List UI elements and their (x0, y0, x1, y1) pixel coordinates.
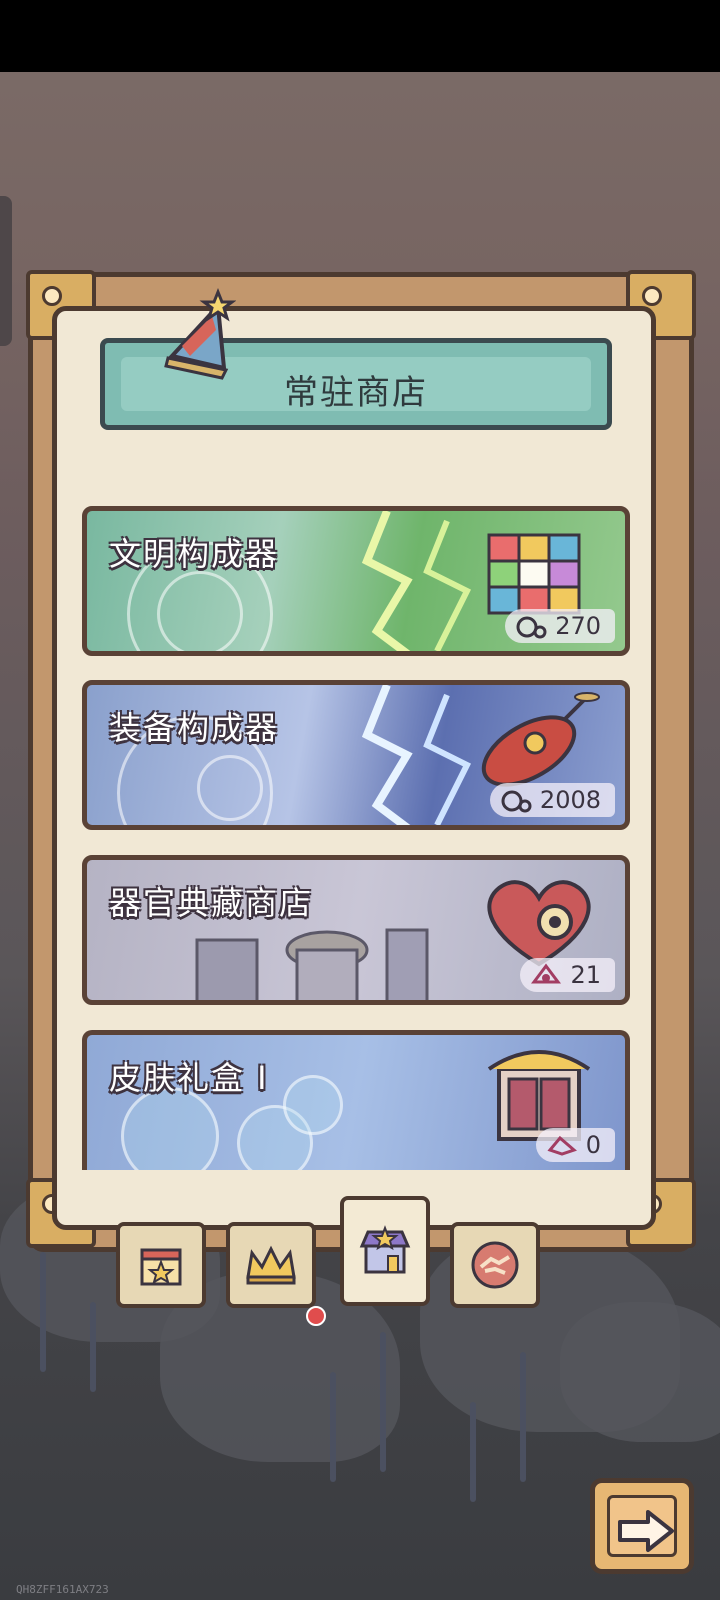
shop-item-organ-collection[interactable]: 器官典藏商店 21 (82, 855, 630, 1005)
gear-coin-icon (516, 616, 547, 639)
calendar-star-icon (140, 1248, 182, 1286)
handshake-icon (471, 1241, 519, 1289)
tab-calendar[interactable] (116, 1222, 206, 1308)
tab-shop[interactable] (340, 1196, 430, 1306)
next-button[interactable] (590, 1478, 694, 1574)
shop-item-skin-box[interactable]: 皮肤礼盒 I 0 (82, 1030, 630, 1170)
party-hat-icon (164, 287, 236, 380)
arrow-right-icon (618, 1510, 674, 1552)
price-tag: 270 (505, 609, 615, 643)
price-value: 0 (585, 1131, 601, 1159)
bottom-tab-bar (116, 1196, 554, 1314)
shop-item-equipment-builder[interactable]: 装备构成器 2008 (82, 680, 630, 830)
tab-crown[interactable] (226, 1222, 316, 1308)
skin-token-icon (547, 1135, 577, 1156)
watermark: QH8ZFF161AX723 (16, 1583, 109, 1596)
gear-coin-icon (501, 790, 532, 813)
shop-item-title: 器官典藏商店 (109, 884, 314, 922)
shop-item-title: 皮肤礼盒 I (109, 1059, 269, 1097)
status-bar (0, 0, 720, 72)
organ-token-icon (531, 963, 562, 984)
lab-machinery-decor (195, 928, 429, 1000)
shop-stall-icon (359, 1225, 411, 1274)
price-tag: 0 (535, 1128, 615, 1162)
lightning-effect (361, 511, 472, 651)
price-tag: 2008 (489, 783, 615, 817)
tab-handshake[interactable] (450, 1222, 540, 1308)
price-tag: 21 (520, 958, 615, 992)
shop-item-civilization-builder[interactable]: 文明构成器 270 (82, 506, 630, 656)
crown-icon (246, 1245, 296, 1285)
notification-dot (306, 1306, 326, 1326)
side-drawer-handle[interactable] (0, 196, 12, 346)
lightning-effect (361, 685, 472, 825)
price-value: 21 (570, 961, 601, 989)
shop-item-title: 装备构成器 (109, 709, 280, 747)
price-value: 2008 (539, 786, 601, 814)
shop-item-title: 文明构成器 (109, 535, 280, 573)
price-value: 270 (555, 612, 601, 640)
